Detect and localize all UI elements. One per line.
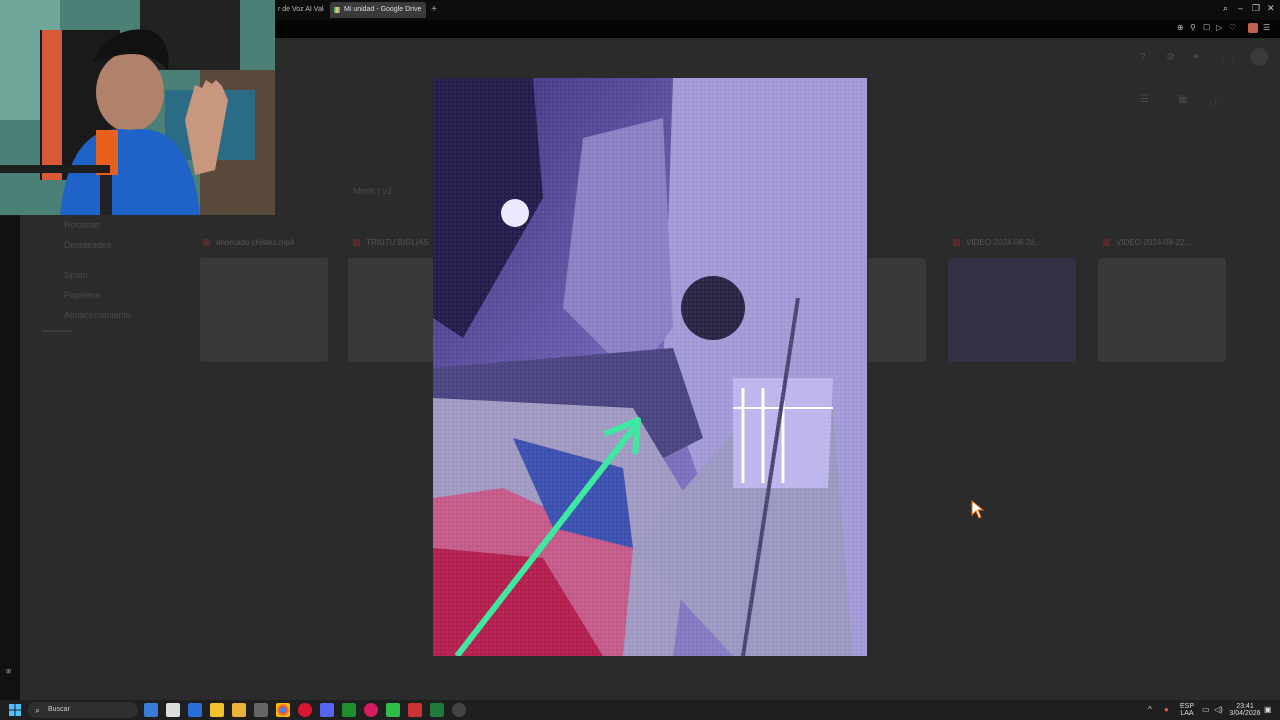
browser-tab-active[interactable]: Mi unidad - Google Drive [330,2,426,18]
sidebar-item-trash[interactable]: Papelera [64,290,100,300]
apps-icon[interactable]: ⋮⋮ [1218,52,1238,63]
windows-taskbar: ⌕ Buscar ^ ● ESP LAA ▭ ◁) 23:41 3/04/202… [0,700,1280,720]
file-thumbnail[interactable] [868,258,926,362]
sticky-notes-icon[interactable] [210,703,224,717]
pin-icon[interactable]: ⚲ [1190,23,1196,32]
settings-icon[interactable]: ⚙ [1166,52,1175,63]
info-icon[interactable]: ⓘ [1210,94,1220,109]
sidebar-item-spam[interactable]: Spam [64,270,88,280]
storage-bar [42,330,72,332]
xbox-icon[interactable] [342,703,356,717]
taskbar-search[interactable]: ⌕ Buscar [28,702,138,718]
file-thumbnail[interactable] [348,258,434,362]
file-name: ahorcado chistes.mp4 [203,238,294,247]
bookmark-icon[interactable]: ☐ [1203,23,1210,32]
app-icon[interactable] [254,703,268,717]
windows-start-icon[interactable] [9,704,21,716]
sidebar-item-starred[interactable]: Destacados [64,240,112,250]
close-icon[interactable]: ✕ [1267,3,1275,14]
file-name: TRIUTU BIGLIAS [353,238,429,247]
play-icon[interactable] [386,703,400,717]
language-layout: LAA [1180,710,1194,717]
account-avatar[interactable] [1250,48,1268,66]
tray-chevron-icon[interactable]: ^ [1148,706,1152,714]
outlook-icon[interactable] [188,703,202,717]
network-icon[interactable]: ▭ [1202,706,1210,714]
list-view-icon[interactable]: ☰ [1140,94,1149,105]
clock-time: 23:41 [1236,703,1254,710]
heart-icon[interactable]: ♡ [1229,23,1236,32]
opera-icon[interactable] [298,703,312,717]
video-preview[interactable] [433,78,867,656]
search-placeholder: Buscar [48,706,70,713]
chrome-icon[interactable] [276,703,290,717]
grid-view-icon[interactable]: ▦ [1178,94,1187,105]
file-name: VIDEO-2024-08-22... [1103,238,1191,247]
clock-date: 3/04/2026 [1229,710,1261,717]
sidebar-item-storage[interactable]: Almacenamiento [64,310,131,320]
webcam-overlay [0,0,275,215]
folder-item[interactable]: Mods t v2 [353,186,392,196]
gemini-icon[interactable]: ✦ [1192,52,1200,63]
file-thumbnail[interactable] [200,258,328,362]
calendar-icon[interactable] [408,703,422,717]
task-view-icon[interactable] [144,703,158,717]
maximize-icon[interactable]: ❐ [1252,3,1260,14]
send-icon[interactable]: ▷ [1216,23,1222,32]
tab-label: Mi unidad - Google Drive [344,6,422,13]
clock[interactable]: 23:41 3/04/2026 [1228,703,1262,717]
media-player-icon[interactable] [364,703,378,717]
help-icon[interactable]: ? [1140,52,1146,63]
search-icon[interactable]: ⌕ [1223,3,1228,14]
security-camera-frame [433,78,867,656]
zoom-icon[interactable]: ⊕ [1177,23,1184,32]
file-thumbnail[interactable] [1098,258,1226,362]
mouse-cursor-icon [971,500,985,519]
left-strip [0,216,20,700]
google-drive-icon [334,7,340,13]
file-name: VIDEO-2024-08-26... [953,238,1041,247]
volume-icon[interactable]: ◁) [1214,706,1223,714]
input-language[interactable]: ESP LAA [1178,703,1196,717]
new-tab-button[interactable]: + [428,2,440,18]
menu-icon[interactable]: ☰ [1263,23,1270,32]
microphone-icon[interactable]: ● [1164,706,1169,714]
file-explorer-icon[interactable] [232,703,246,717]
browser-tab[interactable]: r de Voz AI Valo [278,2,324,18]
store-icon[interactable] [166,703,180,717]
profile-avatar-icon[interactable] [1248,23,1258,33]
file-thumbnail[interactable] [948,258,1076,362]
sidebar-item-recent[interactable]: Reciente [64,220,100,230]
overlay-icon: ⊞ [6,669,12,675]
webcam-scene [0,0,275,215]
minimize-icon[interactable]: – [1238,3,1243,13]
excel-icon[interactable] [430,703,444,717]
search-icon: ⌕ [35,705,41,715]
language-code: ESP [1179,703,1194,710]
settings-app-icon[interactable] [452,703,466,717]
notifications-icon[interactable]: ▣ [1264,706,1272,714]
discord-icon[interactable] [320,703,334,717]
